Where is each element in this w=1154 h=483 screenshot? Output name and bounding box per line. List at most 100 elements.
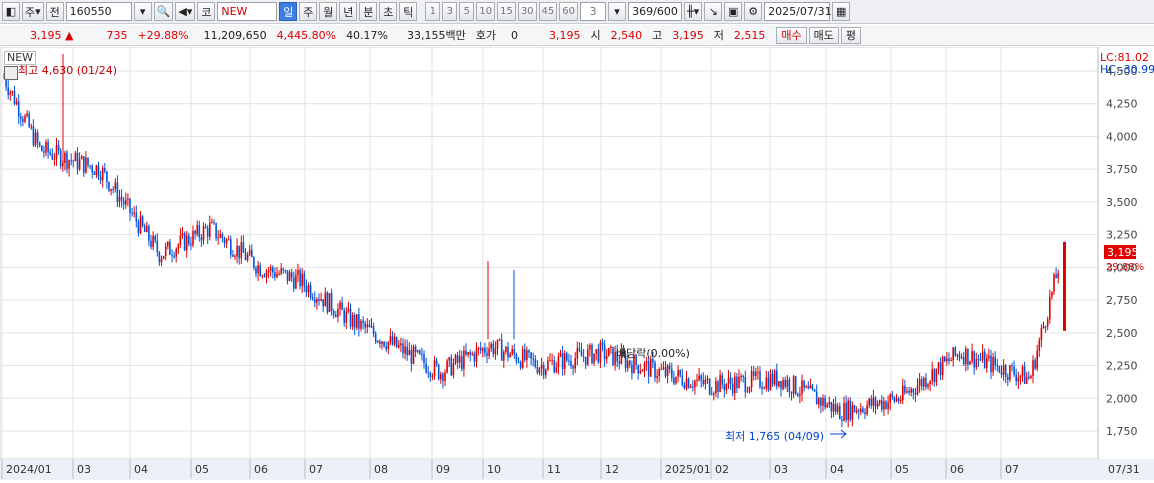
save-icon[interactable]: ▣ bbox=[724, 2, 743, 21]
candle-body bbox=[43, 151, 45, 153]
candle-body bbox=[851, 405, 854, 420]
candle-body bbox=[1030, 376, 1032, 379]
period-month-button[interactable]: 월 bbox=[319, 2, 338, 21]
chart-type-icon[interactable]: ╫▾ bbox=[684, 2, 703, 21]
candle-body bbox=[629, 360, 631, 366]
candle-body bbox=[1028, 376, 1030, 379]
interval-45-button[interactable]: 45 bbox=[538, 2, 558, 21]
candle-body bbox=[7, 87, 9, 95]
x-axis: 2024/01 03 04 05 06 07 08 09 10 11 12 2025/01 02 03 04… bbox=[0, 459, 1154, 480]
candle-body bbox=[114, 182, 117, 190]
candle-body bbox=[41, 145, 43, 152]
price-chart-svg[interactable]: 4,5004,2504,0003,7503,5003,2503,0002,750… bbox=[0, 46, 1154, 480]
candle-body bbox=[528, 350, 530, 353]
calendar-small-icon[interactable] bbox=[4, 66, 18, 80]
candle-body bbox=[723, 384, 726, 391]
market-button[interactable]: 코 bbox=[197, 2, 216, 21]
candle-body bbox=[9, 92, 12, 95]
candle-body bbox=[192, 230, 194, 246]
candle-body bbox=[809, 385, 812, 389]
drawing-tool-icon[interactable]: ↘ bbox=[704, 2, 723, 21]
interval-input[interactable]: 3 bbox=[580, 2, 607, 21]
candle-body bbox=[1002, 365, 1005, 375]
candle-body bbox=[255, 267, 257, 274]
sell-button[interactable]: 매도 bbox=[808, 26, 839, 44]
candle-body bbox=[731, 383, 734, 394]
candle-body bbox=[889, 394, 891, 403]
stock-name-field[interactable]: NEW bbox=[217, 2, 278, 21]
interval-10-button[interactable]: 10 bbox=[476, 2, 496, 21]
price-chart[interactable]: 4,500 4,250 4,000 3,750 3,500 3,250 3,000 2,750… bbox=[0, 46, 1154, 480]
candle-body bbox=[72, 160, 75, 162]
interval-30-button[interactable]: 30 bbox=[517, 2, 537, 21]
period-year-button[interactable]: 년 bbox=[339, 2, 358, 21]
candle-body bbox=[299, 270, 301, 287]
buy-button[interactable]: 매수 bbox=[776, 26, 807, 44]
candle-body bbox=[746, 391, 749, 393]
low-label: 저 bbox=[713, 29, 724, 42]
candle-body bbox=[954, 347, 957, 356]
interval-1-button[interactable]: 1 bbox=[425, 2, 441, 21]
prev-button[interactable]: 전 bbox=[45, 2, 64, 21]
x-tick-label: 07 bbox=[309, 463, 323, 476]
candle-body bbox=[133, 212, 135, 214]
candle-body bbox=[965, 348, 967, 365]
candle-body bbox=[57, 145, 60, 151]
candle-body bbox=[265, 271, 268, 277]
candle-body bbox=[110, 189, 112, 191]
candle-body bbox=[442, 373, 444, 381]
candle-body bbox=[276, 273, 278, 278]
candle-body bbox=[601, 342, 604, 345]
period-second-button[interactable]: 초 bbox=[379, 2, 398, 21]
candle-body bbox=[194, 230, 196, 235]
candle-body bbox=[137, 221, 140, 234]
candle-body bbox=[675, 376, 677, 384]
average-button[interactable]: 평 bbox=[840, 26, 861, 44]
interval-60-button[interactable]: 60 bbox=[559, 2, 579, 21]
interval-15-button[interactable]: 15 bbox=[497, 2, 516, 21]
candle-body bbox=[912, 389, 915, 393]
candle-body bbox=[998, 365, 1001, 373]
candle-body bbox=[74, 152, 77, 162]
candle-body bbox=[902, 385, 904, 400]
candle-body bbox=[181, 233, 184, 236]
period-select[interactable]: 주 ▾ bbox=[22, 2, 44, 21]
chart-grid bbox=[0, 46, 1099, 460]
dividend-annotation: 배당락(0.00%) bbox=[616, 347, 690, 360]
candle-body bbox=[759, 371, 761, 388]
speaker-icon[interactable]: ◀▾ bbox=[175, 2, 196, 21]
interval-3-button[interactable]: 3 bbox=[442, 2, 458, 21]
candle-body bbox=[830, 402, 833, 412]
candle-body bbox=[786, 379, 789, 387]
interval-5-button[interactable]: 5 bbox=[459, 2, 475, 21]
candle-body bbox=[521, 349, 524, 368]
calendar-icon[interactable]: ▦ bbox=[832, 2, 851, 21]
candle-body bbox=[179, 235, 182, 245]
candle-body bbox=[320, 299, 322, 301]
candle-body bbox=[752, 371, 755, 376]
candle-body bbox=[101, 168, 104, 181]
code-dropdown-icon[interactable]: ▾ bbox=[133, 2, 152, 21]
period-minute-button[interactable]: 분 bbox=[359, 2, 378, 21]
period-week-button[interactable]: 주 bbox=[299, 2, 318, 21]
interval-dropdown-icon[interactable]: ▾ bbox=[608, 2, 627, 21]
candle-body bbox=[788, 379, 791, 392]
candle-body bbox=[387, 341, 390, 350]
candle-body bbox=[1049, 296, 1051, 320]
candle-body bbox=[393, 337, 396, 345]
period-tick-button[interactable]: 틱 bbox=[399, 2, 418, 21]
search-icon[interactable]: 🔍 bbox=[153, 2, 174, 21]
candle-body bbox=[744, 376, 747, 393]
candle-body bbox=[519, 362, 522, 368]
window-icon[interactable]: ◧ bbox=[2, 2, 20, 21]
candle-body bbox=[450, 357, 453, 376]
stock-code-input[interactable]: 160550 bbox=[65, 2, 132, 21]
count-field[interactable]: 369/600 bbox=[628, 2, 683, 21]
date-field[interactable]: 2025/07/31 bbox=[764, 2, 832, 21]
candle-body bbox=[164, 246, 167, 256]
candle-body bbox=[274, 272, 276, 278]
period-day-button[interactable]: 일 bbox=[279, 2, 298, 21]
gear-icon[interactable]: ⚙ bbox=[744, 2, 763, 21]
candle-body bbox=[891, 394, 894, 397]
candle-body bbox=[557, 356, 560, 368]
